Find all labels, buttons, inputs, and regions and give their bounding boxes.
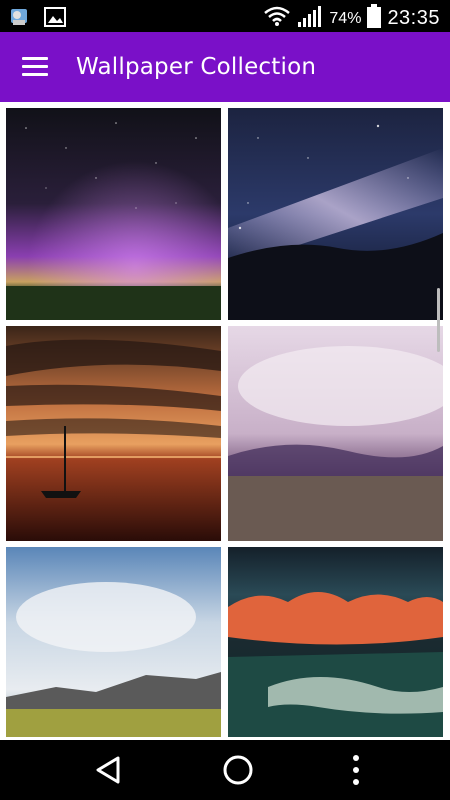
status-clock: 23:35 (387, 7, 440, 29)
navigation-bar (0, 740, 450, 800)
status-bar: 74% 23:35 (0, 0, 450, 32)
wallpaper-thumbnail-red-clouds-ocean[interactable] (228, 547, 443, 737)
hamburger-menu-icon[interactable] (22, 57, 48, 77)
scrollbar[interactable] (437, 288, 440, 352)
wifi-icon (263, 5, 291, 32)
wallpaper-thumbnail-purple-storm[interactable] (228, 326, 443, 541)
wallpaper-thumbnail-cloudy-mountain[interactable] (6, 547, 221, 737)
wallpaper-thumbnail-milky-way[interactable] (228, 108, 443, 320)
wallpaper-grid-container[interactable] (0, 102, 450, 740)
battery-percent: 74% (329, 9, 362, 27)
notification-icon (8, 6, 32, 33)
wallpaper-thumbnail-sunset-sailboat[interactable] (6, 326, 221, 541)
app-bar: Wallpaper Collection (0, 32, 450, 102)
signal-icon (297, 4, 323, 33)
back-icon[interactable] (90, 752, 130, 788)
home-icon[interactable] (218, 752, 258, 788)
more-vertical-icon[interactable] (336, 752, 376, 788)
wallpaper-thumbnail-aurora[interactable] (6, 108, 221, 320)
page-title: Wallpaper Collection (76, 54, 317, 80)
status-right-icons: 74% 23:35 (263, 4, 440, 33)
image-icon (44, 7, 66, 32)
battery-icon (367, 4, 382, 33)
status-left-icons (8, 6, 66, 33)
